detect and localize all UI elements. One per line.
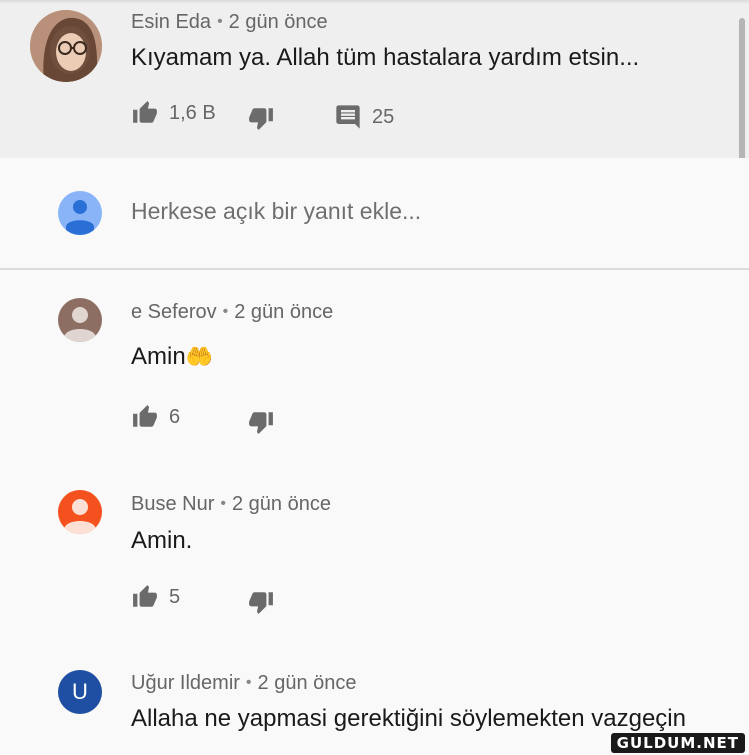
like-icon [133, 585, 157, 607]
avatar-letter: U [72, 679, 88, 704]
avatar-e-seferov[interactable] [58, 298, 102, 342]
dislike-icon [249, 108, 273, 130]
comment-time: 2 gün önce [228, 11, 328, 33]
dislike-icon [249, 592, 273, 614]
default-user-icon [66, 200, 94, 235]
dislike-button[interactable] [247, 409, 275, 435]
replies-button[interactable]: 25 [334, 103, 394, 131]
like-count: 5 [169, 585, 181, 608]
reply-input[interactable]: Herkese açık bir yanıt ekle... [131, 198, 421, 225]
comment-text: Kıyamam ya. Allah tüm hastalara yardım e… [131, 44, 640, 71]
like-icon [133, 101, 157, 123]
current-user-avatar [58, 191, 102, 235]
like-button[interactable]: 1,6 B [131, 100, 216, 126]
default-user-icon [64, 499, 96, 534]
avatar-buse-nur[interactable] [58, 490, 102, 534]
separator-dot: • [245, 674, 252, 691]
comment-text-body: Amin [131, 343, 186, 370]
comment-text: Amin. [131, 527, 193, 554]
avatar-photo [30, 10, 102, 82]
comment-text: Amin🤲 [131, 343, 213, 371]
praying-hands-emoji: 🤲 [185, 344, 214, 369]
comment-time: 2 gün önce [234, 301, 334, 323]
like-button[interactable]: 6 [131, 404, 180, 430]
top-shadow [0, 0, 749, 4]
comment-text: Allaha ne yapmasi gerektiğini söylemekte… [131, 705, 686, 732]
reply-count: 25 [372, 105, 395, 128]
comment-meta: Esin Eda • 2 gün önce [131, 11, 328, 34]
default-user-icon [64, 307, 96, 342]
avatar-ugur-ildemir[interactable]: U [58, 670, 102, 714]
like-count: 6 [169, 405, 181, 428]
comment-meta: Uğur Ildemir • 2 gün önce [131, 672, 357, 695]
separator-dot: • [220, 495, 226, 512]
comment-meta: e Seferov • 2 gün önce [131, 301, 333, 324]
like-count: 1,6 B [169, 101, 216, 124]
author-name[interactable]: Buse Nur [131, 493, 214, 515]
avatar-esin-eda[interactable] [30, 10, 102, 82]
author-name[interactable]: e Seferov [131, 301, 217, 323]
reply-comment-icon [336, 105, 360, 129]
comment-meta: Buse Nur • 2 gün önce [131, 493, 331, 516]
reply-box[interactable]: Herkese açık bir yanıt ekle... [0, 158, 749, 270]
separator-dot: • [222, 303, 229, 320]
comment-time: 2 gün önce [257, 672, 357, 694]
like-icon [133, 405, 157, 427]
separator-dot: • [217, 13, 223, 30]
dislike-button[interactable] [247, 105, 275, 131]
dislike-icon [249, 412, 273, 434]
author-name[interactable]: Esin Eda [131, 11, 211, 33]
highlighted-comment: Esin Eda • 2 gün önce Kıyamam ya. Allah tü… [0, 0, 749, 158]
comment-time: 2 gün önce [231, 493, 331, 515]
like-button[interactable]: 5 [131, 584, 180, 610]
author-name[interactable]: Uğur Ildemir [131, 672, 240, 694]
watermark-logo: GULDUM.NET [610, 733, 745, 753]
dislike-button[interactable] [247, 589, 275, 615]
